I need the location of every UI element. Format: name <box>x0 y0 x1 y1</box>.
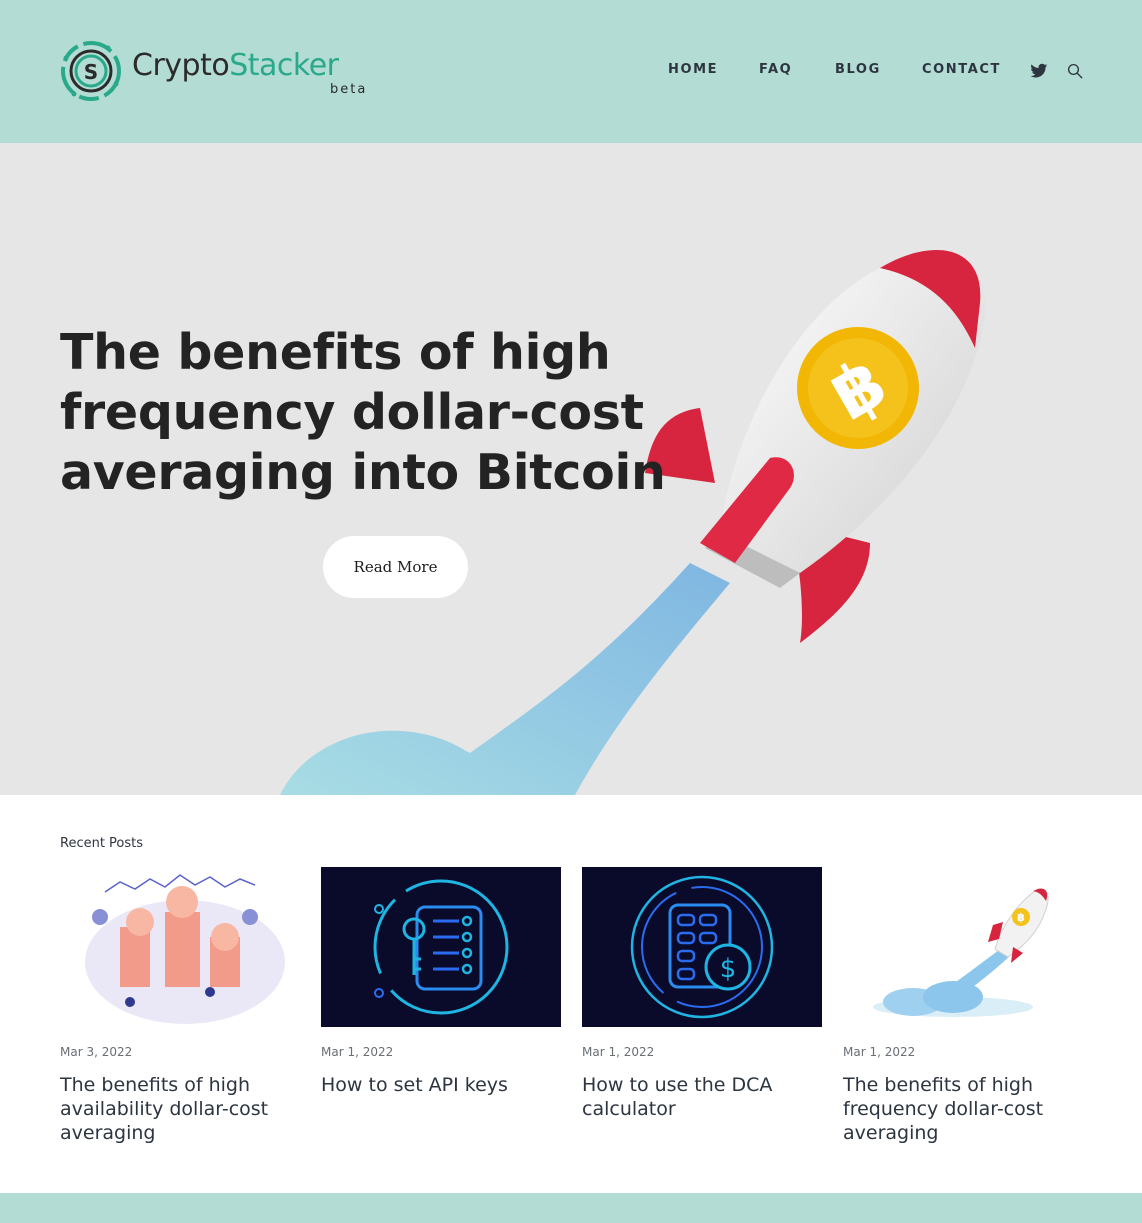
logo-beta-tag: beta <box>330 82 368 97</box>
svg-text:$: $ <box>720 954 737 984</box>
nav-home[interactable]: HOME <box>668 62 718 77</box>
logo-mark-icon: S <box>61 41 121 101</box>
nav-faq[interactable]: FAQ <box>759 62 792 77</box>
site-logo[interactable]: S CryptoStacker beta <box>60 38 390 104</box>
hero-title: The benefits of high frequency dollar-co… <box>60 324 666 501</box>
post-title[interactable]: How to set API keys <box>321 1073 561 1097</box>
post-card[interactable]: Mar 3, 2022 The benefits of high availab… <box>60 867 300 1145</box>
recent-posts-heading: Recent Posts <box>60 836 144 851</box>
calculator-icon-illustration: $ <box>582 867 822 1027</box>
post-title[interactable]: How to use the DCA calculator <box>582 1073 822 1121</box>
svg-text:S: S <box>84 60 98 84</box>
post-date: Mar 1, 2022 <box>321 1045 394 1059</box>
post-card[interactable]: ฿ Mar 1, 2022 The benefits of high frequ… <box>843 867 1083 1145</box>
hero-section: ฿ The benefits of high frequency dollar-… <box>0 143 1142 795</box>
twitter-icon[interactable] <box>1030 62 1048 80</box>
post-date: Mar 1, 2022 <box>843 1045 916 1059</box>
post-title[interactable]: The benefits of high frequency dollar-co… <box>843 1073 1083 1145</box>
crypto-coins-illustration <box>60 867 300 1027</box>
read-more-button[interactable]: Read More <box>323 536 468 598</box>
post-date: Mar 1, 2022 <box>582 1045 655 1059</box>
search-icon[interactable] <box>1066 62 1084 80</box>
post-thumbnail[interactable]: ฿ <box>843 867 1083 1027</box>
nav-contact[interactable]: CONTACT <box>922 62 1001 77</box>
post-card[interactable]: $ Mar 1, 2022 How to use the DCA calcula… <box>582 867 822 1121</box>
post-title[interactable]: The benefits of high availability dollar… <box>60 1073 300 1145</box>
post-card[interactable]: Mar 1, 2022 How to set API keys <box>321 867 561 1097</box>
post-thumbnail[interactable]: $ <box>582 867 822 1027</box>
logo-wordmark: CryptoStacker <box>132 48 339 83</box>
bitcoin-rocket-illustration: ฿ <box>843 867 1083 1027</box>
svg-text:฿: ฿ <box>1017 911 1025 924</box>
post-thumbnail[interactable] <box>60 867 300 1027</box>
post-date: Mar 3, 2022 <box>60 1045 133 1059</box>
nav-blog[interactable]: BLOG <box>835 62 881 77</box>
api-key-icon-illustration <box>321 867 561 1027</box>
post-thumbnail[interactable] <box>321 867 561 1027</box>
footer-band <box>0 1193 1142 1223</box>
site-header: S CryptoStacker beta HOME FAQ BLOG CONTA… <box>0 0 1142 143</box>
